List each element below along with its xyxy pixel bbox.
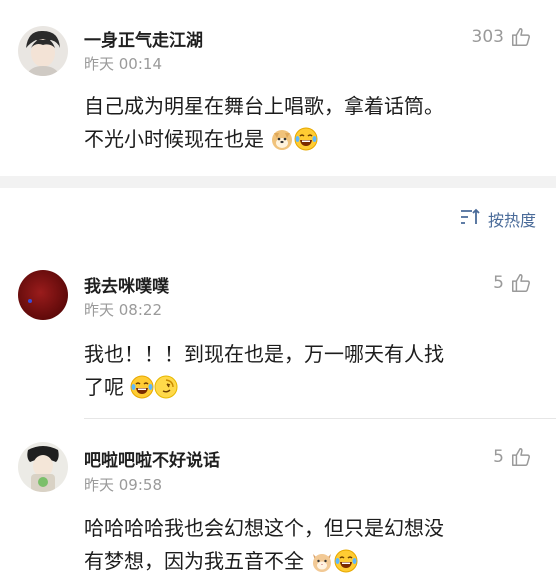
thumbs-up-icon <box>510 446 532 468</box>
comment-divider <box>84 418 556 419</box>
like-count: 5 <box>493 273 504 293</box>
comment-line: 不光小时候现在也是 <box>84 123 534 156</box>
cat-face-icon <box>310 549 334 573</box>
comment-text: 我也！！！到现在也是，万一哪天有人找 了呢 <box>84 338 534 404</box>
comment-line-text: 有梦想，因为我五音不全 <box>84 549 304 573</box>
thumbs-up-icon <box>510 26 532 48</box>
timestamp: 昨天 00:14 <box>84 55 162 73</box>
comment-line: 哈哈哈哈我也会幻想这个，但只是幻想没 <box>84 516 444 540</box>
avatar[interactable] <box>18 442 68 492</box>
like-button[interactable]: 5 <box>493 272 532 294</box>
timestamp: 昨天 09:58 <box>84 476 162 494</box>
comment-text: 自己成为明星在舞台上唱歌，拿着话筒。 不光小时候现在也是 <box>84 90 534 156</box>
comment-text: 哈哈哈哈我也会幻想这个，但只是幻想没 有梦想，因为我五音不全 <box>84 512 534 578</box>
username[interactable]: 一身正气走江湖 <box>84 26 203 51</box>
comment-line-text: 不光小时候现在也是 <box>84 127 264 151</box>
sort-label: 按热度 <box>487 211 536 230</box>
comment-line-text: 了呢 <box>84 375 124 399</box>
like-count: 5 <box>493 447 504 467</box>
comment-line: 我也！！！到现在也是，万一哪天有人找 <box>84 342 444 366</box>
section-separator <box>0 176 556 188</box>
username[interactable]: 我去咪噗噗 <box>84 272 169 297</box>
comment-line: 自己成为明星在舞台上唱歌，拿着话筒。 <box>84 94 444 118</box>
comment-line: 了呢 <box>84 371 534 404</box>
laugh-cry-icon <box>334 549 358 573</box>
comment-item: 我去咪噗噗 昨天 08:22 5 我也！！！到现在也是，万一哪天有人找 了呢 <box>0 262 556 412</box>
sort-icon <box>460 208 482 230</box>
like-button[interactable]: 303 <box>472 26 532 48</box>
laugh-cry-icon <box>294 127 318 151</box>
username[interactable]: 吧啦吧啦不好说话 <box>84 446 220 471</box>
doge-icon <box>270 127 294 151</box>
like-count: 303 <box>471 27 504 47</box>
like-button[interactable]: 5 <box>493 446 532 468</box>
sort-toggle[interactable]: 按热度 <box>460 207 536 231</box>
thumbs-up-icon <box>510 272 532 294</box>
avatar[interactable] <box>18 270 68 320</box>
laugh-cry-icon <box>130 375 154 399</box>
timestamp: 昨天 08:22 <box>84 301 162 319</box>
comment-item: 吧啦吧啦不好说话 昨天 09:58 5 哈哈哈哈我也会幻想这个，但只是幻想没 有… <box>0 432 556 588</box>
comment-item: 一身正气走江湖 昨天 00:14 303 自己成为明星在舞台上唱歌，拿着话筒。 … <box>0 0 556 176</box>
avatar[interactable] <box>18 26 68 76</box>
smirk-icon <box>154 375 178 399</box>
comment-line: 有梦想，因为我五音不全 <box>84 545 534 578</box>
